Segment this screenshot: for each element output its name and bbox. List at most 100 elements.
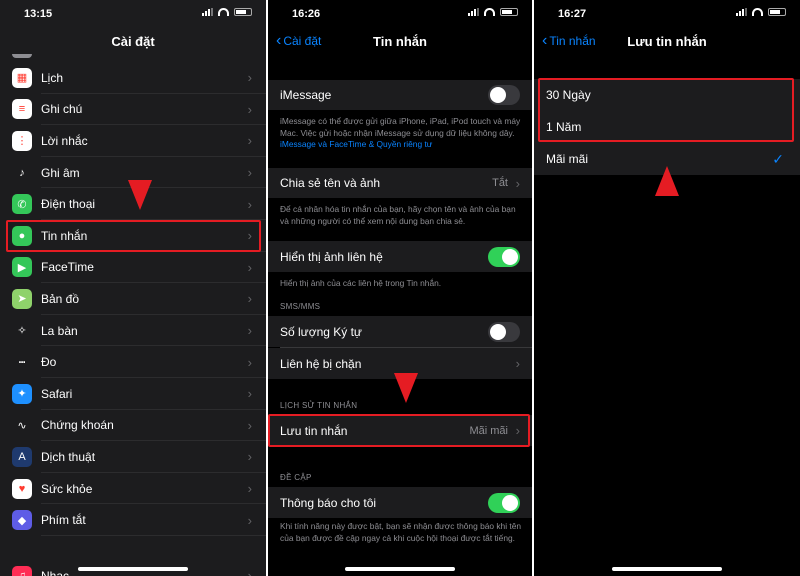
settings-item-label: Safari bbox=[41, 386, 73, 401]
home-indicator bbox=[78, 567, 188, 571]
home-indicator bbox=[612, 567, 722, 571]
settings-item-label: Bản đồ bbox=[41, 291, 80, 306]
chevron-right-icon: › bbox=[247, 133, 252, 149]
settings-list: ▦ Lịch › ≡ Ghi chú › ⋮ Lời nhắc › ♪ Ghi âm › ✆ Điện t… bbox=[0, 62, 266, 576]
shortcuts-icon: ◆ bbox=[12, 510, 32, 531]
battery-icon bbox=[500, 8, 518, 16]
history-section-header: LỊCH SỬ TIN NHẮN bbox=[280, 401, 358, 410]
calendar-icon: ▦ bbox=[12, 67, 32, 88]
facetime-icon: ▶ bbox=[12, 257, 32, 278]
cellular-signal-icon bbox=[736, 8, 747, 16]
settings-item-label: Ghi âm bbox=[41, 165, 80, 180]
status-time: 16:26 bbox=[292, 8, 321, 20]
chevron-right-icon: › bbox=[247, 354, 252, 370]
contact-photos-label: Hiển thị ảnh liên hệ bbox=[280, 249, 383, 264]
health-icon: ♥ bbox=[12, 478, 32, 499]
chevron-right-icon: › bbox=[247, 291, 252, 307]
settings-item[interactable]: ⋮ Lời nhắc › bbox=[0, 125, 266, 157]
chevron-right-icon: › bbox=[515, 356, 520, 371]
settings-item-label: La bàn bbox=[41, 323, 78, 338]
imessage-note: iMessage có thể được gửi giữa iPhone, iP… bbox=[280, 116, 521, 149]
messages-settings-panel: 16:26 ‹ Cài đặt Tin nhắn iMessage iMessag… bbox=[268, 0, 532, 576]
settings-item[interactable]: A Dịch thuật › bbox=[0, 441, 266, 473]
sms-section-header: SMS/MMS bbox=[280, 302, 321, 311]
option-label: Mãi mãi bbox=[546, 152, 589, 166]
settings-item[interactable]: ➤ Bản đồ › bbox=[0, 283, 266, 315]
chevron-right-icon: › bbox=[247, 196, 252, 212]
share-note: Để cá nhân hóa tin nhắn của bạn, hãy chọ… bbox=[280, 204, 516, 226]
share-value: Tắt bbox=[492, 177, 508, 189]
partial-row-icon bbox=[12, 54, 32, 58]
chevron-right-icon: › bbox=[515, 175, 520, 191]
status-bar: 16:26 bbox=[268, 0, 532, 28]
checkmark-icon: ✓ bbox=[772, 150, 784, 167]
settings-item[interactable]: ✧ La bàn › bbox=[0, 315, 266, 347]
highlight-messages-row bbox=[6, 220, 261, 252]
share-label: Chia sẻ tên và ảnh bbox=[280, 176, 381, 190]
status-bar: 13:15 bbox=[0, 0, 266, 28]
share-name-photo-row[interactable]: Chia sẻ tên và ảnh Tắt › bbox=[268, 168, 532, 198]
music-icon: ♫ bbox=[12, 565, 32, 576]
battery-icon bbox=[234, 8, 252, 16]
settings-item-label: Điện thoại bbox=[41, 197, 96, 212]
reminders-icon: ⋮ bbox=[12, 130, 32, 151]
arrow-down-icon bbox=[394, 373, 418, 403]
settings-item-label: Lời nhắc bbox=[41, 133, 88, 148]
wifi-icon bbox=[484, 8, 495, 16]
page-title: Lưu tin nhắn bbox=[627, 34, 707, 49]
status-time: 13:15 bbox=[24, 8, 53, 20]
phone-icon: ✆ bbox=[12, 194, 32, 215]
mentions-section-header: ĐỀ CẬP bbox=[280, 473, 312, 482]
safari-icon: ✦ bbox=[12, 383, 32, 404]
blocked-label: Liên hệ bị chặn bbox=[280, 356, 362, 371]
settings-item-label: FaceTime bbox=[41, 260, 94, 275]
notify-me-row: Thông báo cho tôi bbox=[268, 487, 532, 518]
char-count-label: Số lượng Ký tự bbox=[280, 324, 362, 339]
cellular-signal-icon bbox=[468, 8, 479, 16]
measure-icon: ┅ bbox=[12, 352, 32, 373]
settings-item-label: Phím tắt bbox=[41, 513, 86, 528]
notify-toggle[interactable] bbox=[488, 492, 520, 513]
contact-photos-row: Hiển thị ảnh liên hệ bbox=[268, 241, 532, 272]
imessage-toggle[interactable] bbox=[488, 85, 520, 105]
character-count-row: Số lượng Ký tự bbox=[268, 316, 532, 347]
status-bar: 16:27 bbox=[534, 0, 800, 28]
notes-icon: ≡ bbox=[12, 99, 32, 120]
settings-item-label: Ghi chú bbox=[41, 102, 83, 117]
voice-memos-icon: ♪ bbox=[12, 162, 32, 183]
arrow-up-icon bbox=[655, 166, 679, 196]
settings-item[interactable]: ♥ Sức khỏe › bbox=[0, 473, 266, 505]
wifi-icon bbox=[752, 8, 763, 16]
settings-item[interactable]: ◆ Phím tắt › bbox=[0, 504, 266, 536]
chevron-right-icon: › bbox=[247, 70, 252, 86]
char-count-toggle[interactable] bbox=[488, 321, 520, 342]
notify-note: Khi tính năng này được bật, bạn sẽ nhận … bbox=[280, 521, 522, 543]
settings-item[interactable]: ≡ Ghi chú › bbox=[0, 94, 266, 126]
settings-panel: 13:15 Cài đặt ▦ Lịch › ≡ Ghi chú › ⋮ Lời nhắc › ♪… bbox=[0, 0, 266, 576]
settings-item[interactable]: ∿ Chứng khoán › bbox=[0, 410, 266, 442]
wifi-icon bbox=[218, 8, 229, 16]
imessage-label: iMessage bbox=[280, 88, 332, 102]
chevron-right-icon: › bbox=[247, 512, 252, 528]
chevron-right-icon: › bbox=[247, 386, 252, 402]
page-title: Tin nhắn bbox=[373, 34, 427, 49]
imessage-row: iMessage bbox=[268, 80, 532, 110]
privacy-link[interactable]: iMessage và FaceTime & Quyền riêng tư bbox=[280, 139, 432, 149]
cellular-signal-icon bbox=[202, 8, 213, 16]
settings-item-label: Đo bbox=[41, 355, 57, 370]
settings-item[interactable]: ┅ Đo › bbox=[0, 346, 266, 378]
settings-item-label: Chứng khoán bbox=[41, 418, 114, 433]
settings-item[interactable]: ✦ Safari › bbox=[0, 378, 266, 410]
status-time: 16:27 bbox=[558, 8, 587, 20]
settings-item[interactable]: ▦ Lịch › bbox=[0, 62, 266, 94]
page-title: Cài đặt bbox=[111, 34, 155, 49]
chevron-right-icon: › bbox=[247, 417, 252, 433]
settings-item-label: Lịch bbox=[41, 70, 64, 85]
settings-item[interactable]: ▶ FaceTime › bbox=[0, 252, 266, 284]
arrow-down-icon bbox=[128, 180, 152, 210]
battery-icon bbox=[768, 8, 786, 16]
highlight-duration-options bbox=[538, 78, 794, 142]
contact-photos-note: Hiển thị ảnh của các liên hệ trong Tin n… bbox=[280, 278, 442, 288]
chevron-right-icon: › bbox=[247, 259, 252, 275]
contact-photos-toggle[interactable] bbox=[488, 246, 520, 267]
